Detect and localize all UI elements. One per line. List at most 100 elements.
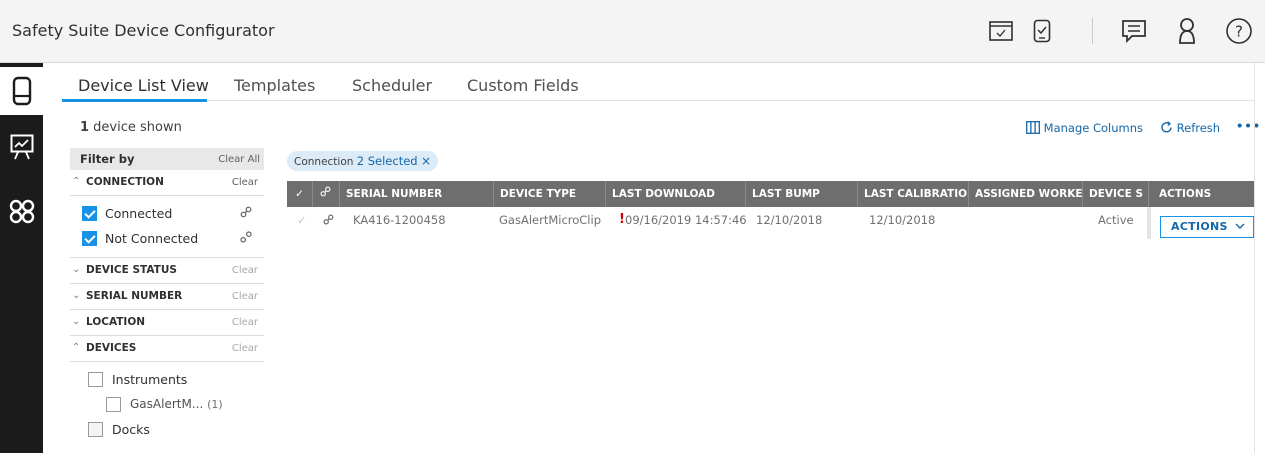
chat-icon[interactable] (1119, 16, 1149, 46)
filter-panel: Filter by Clear All ⌃ CONNECTION Clear C… (70, 148, 264, 443)
rail-devices[interactable] (0, 67, 43, 115)
device-count-number: 1 (80, 120, 90, 135)
chip-value: 2 Selected (356, 154, 418, 168)
column-header-serial-number[interactable]: SERIAL NUMBER (339, 181, 493, 207)
manage-columns-button[interactable]: Manage Columns (1026, 121, 1143, 135)
cell-device-status: Active (1098, 213, 1134, 227)
filter-title: Filter by (80, 152, 135, 166)
link-icon (320, 186, 331, 197)
cell-serial-number[interactable]: KA416-1200458 (347, 207, 446, 233)
checkbox-docks[interactable] (88, 422, 103, 437)
column-header-device-type[interactable]: DEVICE TYPE (493, 181, 605, 207)
clear-link[interactable]: Clear (232, 343, 258, 354)
cell-last-calibration: 12/10/2018 (869, 213, 936, 227)
chevron-down-icon: ⌄ (72, 290, 81, 301)
group-icon (9, 199, 34, 224)
option-label: Not Connected (105, 231, 199, 246)
section-label: SERIAL NUMBER (86, 290, 183, 302)
column-header-assigned-worker[interactable]: ASSIGNED WORKER (968, 181, 1082, 207)
section-label: DEVICE STATUS (86, 264, 177, 276)
filter-option-gasalert[interactable]: GasAlertM... (1) (70, 393, 264, 418)
device-table: ✓ SERIAL NUMBER DEVICE TYPE LAST DOWNLOA… (287, 181, 1255, 239)
device-check-icon[interactable] (1027, 16, 1057, 46)
table-row[interactable]: ✓ KA416-1200458 GasAlertMicroClip ! 09/1… (287, 207, 1255, 233)
column-header-device-status[interactable]: DEVICE S (1082, 181, 1148, 207)
chevron-up-icon: ⌃ (72, 176, 81, 187)
chevron-down-icon: ⌄ (72, 316, 81, 327)
rail-workers[interactable] (0, 188, 43, 236)
help-icon[interactable]: ? (1224, 16, 1254, 46)
refresh-button[interactable]: Refresh (1160, 121, 1220, 135)
filter-section-serial-number[interactable]: ⌄ SERIAL NUMBER Clear (70, 284, 264, 310)
manage-columns-label: Manage Columns (1043, 121, 1144, 135)
app-title: Safety Suite Device Configurator (12, 21, 275, 40)
connected-link-icon (317, 207, 334, 233)
checkbox-instruments[interactable] (88, 372, 103, 387)
filter-section-device-status[interactable]: ⌄ DEVICE STATUS Clear (70, 258, 264, 284)
toolbar-divider (1092, 18, 1093, 44)
checkbox-connected[interactable] (82, 206, 97, 221)
option-label: Connected (105, 206, 173, 221)
row-actions-dropdown[interactable]: ACTIONS (1160, 216, 1254, 238)
chevron-up-icon: ⌃ (72, 342, 81, 353)
refresh-label: Refresh (1176, 121, 1221, 135)
title-bar: Safety Suite Device Configurator ? (0, 0, 1265, 63)
cell-device-type: GasAlertMicroClip (499, 213, 601, 227)
section-label: DEVICES (86, 342, 137, 354)
chevron-down-icon (1235, 217, 1245, 237)
filter-option-not-connected[interactable]: Not Connected (70, 227, 264, 252)
chevron-down-icon: ⌄ (72, 264, 81, 275)
device-count: 1 device shown (80, 120, 182, 135)
content-border (1254, 63, 1255, 453)
tab-templates[interactable]: Templates (234, 76, 315, 95)
cell-assigned-worker (974, 207, 980, 233)
tab-custom-fields[interactable]: Custom Fields (467, 76, 579, 95)
presentation-chart-icon (10, 134, 33, 160)
rail-reports[interactable] (0, 123, 43, 171)
tab-scheduler[interactable]: Scheduler (352, 76, 432, 95)
option-label: GasAlertM... (130, 397, 204, 411)
actions-label: ACTIONS (1171, 220, 1228, 233)
cell-last-download: 09/16/2019 14:57:46 (625, 213, 747, 227)
filter-section-connection[interactable]: ⌃ CONNECTION Clear (70, 170, 264, 196)
section-label: CONNECTION (86, 176, 164, 188)
calendar-window-icon[interactable] (986, 16, 1016, 46)
connection-column-header[interactable] (312, 181, 339, 207)
row-checkbox[interactable]: ✓ (291, 207, 307, 233)
clear-link[interactable]: Clear (232, 291, 258, 302)
user-icon[interactable] (1172, 16, 1202, 46)
refresh-icon (1161, 121, 1172, 133)
filter-section-devices[interactable]: ⌃ DEVICES Clear (70, 336, 264, 362)
option-count: (1) (207, 398, 223, 411)
left-nav-rail (0, 63, 43, 453)
column-header-last-bump[interactable]: LAST BUMP (745, 181, 857, 207)
filter-section-location[interactable]: ⌄ LOCATION Clear (70, 310, 264, 336)
filter-header: Filter by Clear All (70, 148, 264, 170)
chip-prefix: Connection (294, 156, 354, 168)
filter-option-docks[interactable]: Docks (70, 418, 264, 443)
column-header-last-calibration[interactable]: LAST CALIBRATION (857, 181, 968, 207)
device-count-text: device shown (89, 120, 182, 135)
clear-link[interactable]: Clear (232, 317, 258, 328)
checkbox-not-connected[interactable] (82, 231, 97, 246)
view-tabs: Device List View Templates Scheduler Cus… (62, 63, 1255, 102)
clear-link[interactable]: Clear (232, 177, 258, 188)
column-resize-handle[interactable] (1147, 207, 1151, 239)
active-tab-indicator (62, 99, 207, 102)
close-icon[interactable]: × (421, 154, 431, 168)
column-header-last-download[interactable]: LAST DOWNLOAD (605, 181, 745, 207)
cell-last-bump: 12/10/2018 (756, 213, 823, 227)
columns-icon (1026, 121, 1040, 134)
device-icon (12, 76, 31, 106)
select-all-checkbox[interactable]: ✓ (287, 181, 312, 207)
filter-option-instruments[interactable]: Instruments (70, 368, 264, 393)
clear-all-link[interactable]: Clear All (218, 154, 260, 165)
checkbox-gasalert[interactable] (106, 397, 121, 412)
table-header-row: ✓ SERIAL NUMBER DEVICE TYPE LAST DOWNLOA… (287, 181, 1255, 207)
filter-option-connected[interactable]: Connected (70, 202, 264, 227)
clear-link[interactable]: Clear (232, 265, 258, 276)
filter-chip-connection[interactable]: Connection 2 Selected × (287, 151, 438, 171)
tab-device-list-view[interactable]: Device List View (78, 76, 209, 95)
svg-text:?: ? (1235, 23, 1243, 41)
more-options-icon[interactable]: ••• (1236, 119, 1261, 133)
